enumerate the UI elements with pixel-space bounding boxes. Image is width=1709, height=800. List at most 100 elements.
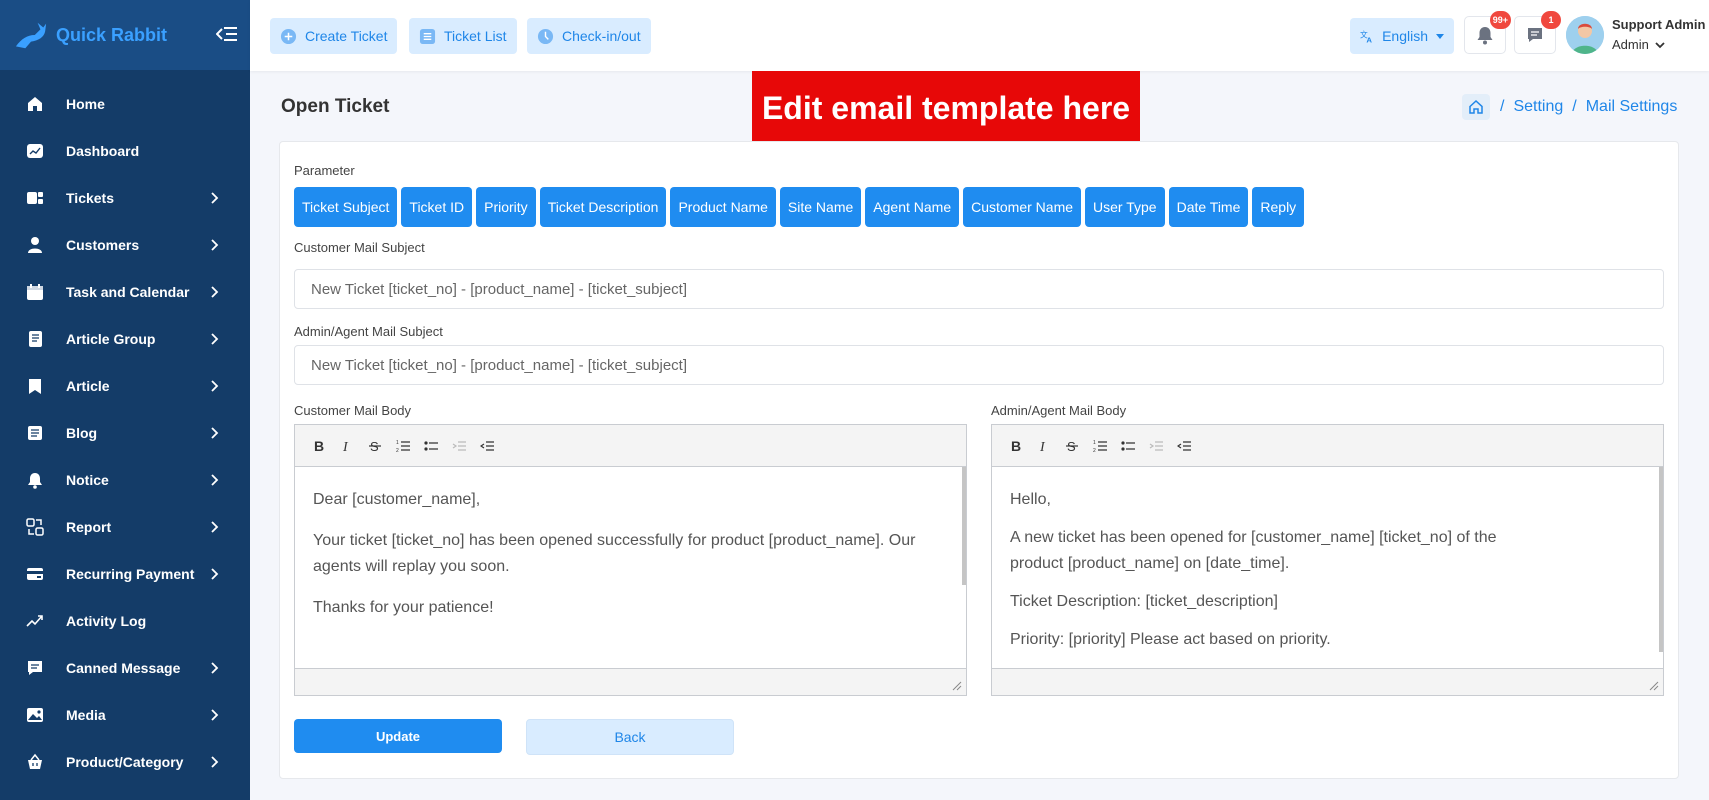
param-date-time-button[interactable]: Date Time	[1168, 187, 1249, 227]
param-reply-button[interactable]: Reply	[1252, 187, 1305, 227]
bold-icon[interactable]: B	[311, 438, 327, 454]
body-paragraph: Thanks for your patience!	[313, 599, 494, 616]
sidebar-item-article[interactable]: Article	[0, 362, 250, 409]
param-product-name-button[interactable]: Product Name	[670, 187, 776, 227]
article-group-icon	[29, 330, 42, 347]
create-ticket-button[interactable]: Create Ticket	[270, 18, 398, 54]
sidebar-item-recurring-payment[interactable]: Recurring Payment	[0, 550, 250, 597]
ordered-list-icon[interactable]: 12	[395, 438, 411, 454]
svg-text:B: B	[314, 439, 324, 453]
param-customer-name-button[interactable]: Customer Name	[963, 187, 1082, 227]
sidebar-item-report[interactable]: Report	[0, 503, 250, 550]
check-in-out-button[interactable]: Check-in/out	[527, 18, 651, 54]
dashboard-icon	[27, 143, 43, 158]
strikethrough-icon[interactable]: S	[367, 438, 383, 454]
sidebar-nav: Home Dashboard Tickets Customers Task and Ca…	[0, 70, 250, 785]
breadcrumb-mail-settings[interactable]: Mail Settings	[1586, 98, 1678, 116]
sidebar-item-tickets[interactable]: Tickets	[0, 174, 250, 221]
customer-subject-input[interactable]	[294, 269, 1664, 309]
breadcrumb-setting[interactable]: Setting	[1513, 98, 1563, 116]
indent-icon[interactable]	[479, 438, 495, 454]
editor-statusbar	[295, 668, 966, 695]
admin-subject-input[interactable]	[294, 345, 1664, 385]
ordered-list-icon[interactable]: 12	[1092, 438, 1108, 454]
parameter-buttons: Ticket Subject Ticket ID Priority Ticket De…	[294, 187, 1308, 227]
param-site-name-button[interactable]: Site Name	[779, 187, 862, 227]
strikethrough-icon[interactable]: S	[1064, 438, 1080, 454]
sidebar-item-product-category[interactable]: Product/Category	[0, 738, 250, 785]
breadcrumb-home[interactable]	[1462, 94, 1490, 120]
language-select[interactable]: 文 A English	[1350, 18, 1454, 54]
resize-handle-icon[interactable]	[1649, 681, 1659, 691]
sidebar: Quick Rabbit Home Dashboard Tickets Custome…	[0, 0, 250, 800]
svg-text:1: 1	[396, 440, 399, 446]
chevron-right-icon	[211, 333, 219, 345]
brand[interactable]: Quick Rabbit	[0, 0, 250, 70]
customer-body-label: Customer Mail Body	[294, 403, 412, 418]
user-menu-toggle[interactable]: Admin	[1612, 37, 1665, 52]
sidebar-item-dashboard[interactable]: Dashboard	[0, 127, 250, 174]
bullet-list-icon[interactable]	[1120, 438, 1136, 454]
scrollbar[interactable]	[1659, 467, 1663, 652]
breadcrumb-separator: /	[1572, 98, 1577, 115]
sidebar-item-blog[interactable]: Blog	[0, 409, 250, 456]
italic-icon[interactable]: I	[339, 438, 355, 454]
avatar[interactable]	[1566, 16, 1604, 54]
sidebar-item-label: Article Group	[66, 330, 156, 347]
create-ticket-label: Create Ticket	[305, 28, 388, 44]
editor-toolbar: B I S 12	[295, 425, 966, 467]
sidebar-item-home[interactable]: Home	[0, 80, 250, 127]
ticket-list-label: Ticket List	[444, 28, 507, 44]
svg-text:I: I	[342, 440, 349, 453]
body-paragraph: Priority: [priority] Please act based on…	[1010, 631, 1331, 648]
bullet-list-icon[interactable]	[423, 438, 439, 454]
user-avatar-icon	[1566, 16, 1604, 54]
indent-icon[interactable]	[1176, 438, 1192, 454]
customer-body-content[interactable]: Dear [customer_name], Your ticket [ticke…	[295, 467, 966, 667]
sidebar-item-activity-log[interactable]: Activity Log	[0, 597, 250, 644]
rabbit-logo-icon	[15, 22, 47, 49]
mail-settings-card: Parameter Ticket Subject Ticket ID Priorit…	[279, 141, 1679, 779]
message-icon	[28, 660, 42, 675]
sidebar-item-label: Activity Log	[66, 612, 147, 629]
param-user-type-button[interactable]: User Type	[1085, 187, 1165, 227]
body-paragraph: A new ticket has been opened for [custom…	[1010, 529, 1497, 572]
sidebar-item-notice[interactable]: Notice	[0, 456, 250, 503]
payment-icon	[27, 567, 43, 580]
sidebar-item-media[interactable]: Media	[0, 691, 250, 738]
notifications-button[interactable]: 99+	[1464, 11, 1511, 54]
parameter-label: Parameter	[294, 163, 355, 178]
svg-text:A: A	[1366, 35, 1372, 44]
page-title: Open Ticket	[281, 96, 390, 117]
param-priority-button[interactable]: Priority	[476, 187, 536, 227]
sidebar-item-canned-message[interactable]: Canned Message	[0, 644, 250, 691]
admin-body-editor[interactable]: B I S 12 Hello, A new ticket has been op…	[991, 424, 1664, 696]
scrollbar[interactable]	[962, 467, 966, 585]
param-ticket-description-button[interactable]: Ticket Description	[539, 187, 667, 227]
ticket-list-button[interactable]: Ticket List	[409, 18, 517, 54]
home-icon	[28, 96, 42, 111]
sidebar-item-article-group[interactable]: Article Group	[0, 315, 250, 362]
customer-body-editor[interactable]: B I S 12 Dear [customer_name], Your tick…	[294, 424, 967, 696]
body-paragraph: Dear [customer_name],	[313, 491, 481, 508]
bold-icon[interactable]: B	[1008, 438, 1024, 454]
chevron-right-icon	[211, 192, 219, 204]
param-ticket-subject-button[interactable]: Ticket Subject	[294, 187, 398, 227]
messages-button[interactable]: 1	[1514, 11, 1561, 54]
outdent-icon[interactable]	[451, 438, 467, 454]
sidebar-item-task-and-calendar[interactable]: Task and Calendar	[0, 268, 250, 315]
check-in-out-label: Check-in/out	[562, 28, 641, 44]
menu-collapse-icon[interactable]	[216, 24, 238, 44]
admin-body-content[interactable]: Hello, A new ticket has been opened for …	[992, 467, 1663, 667]
back-button[interactable]: Back	[526, 719, 734, 755]
outdent-icon[interactable]	[1148, 438, 1164, 454]
italic-icon[interactable]: I	[1036, 438, 1052, 454]
chevron-right-icon	[211, 709, 219, 721]
user-role: Admin	[1612, 37, 1649, 52]
param-ticket-id-button[interactable]: Ticket ID	[401, 187, 473, 227]
sidebar-item-customers[interactable]: Customers	[0, 221, 250, 268]
editor-toolbar: B I S 12	[992, 425, 1663, 467]
resize-handle-icon[interactable]	[952, 681, 962, 691]
param-agent-name-button[interactable]: Agent Name	[865, 187, 960, 227]
update-button[interactable]: Update	[294, 719, 502, 753]
